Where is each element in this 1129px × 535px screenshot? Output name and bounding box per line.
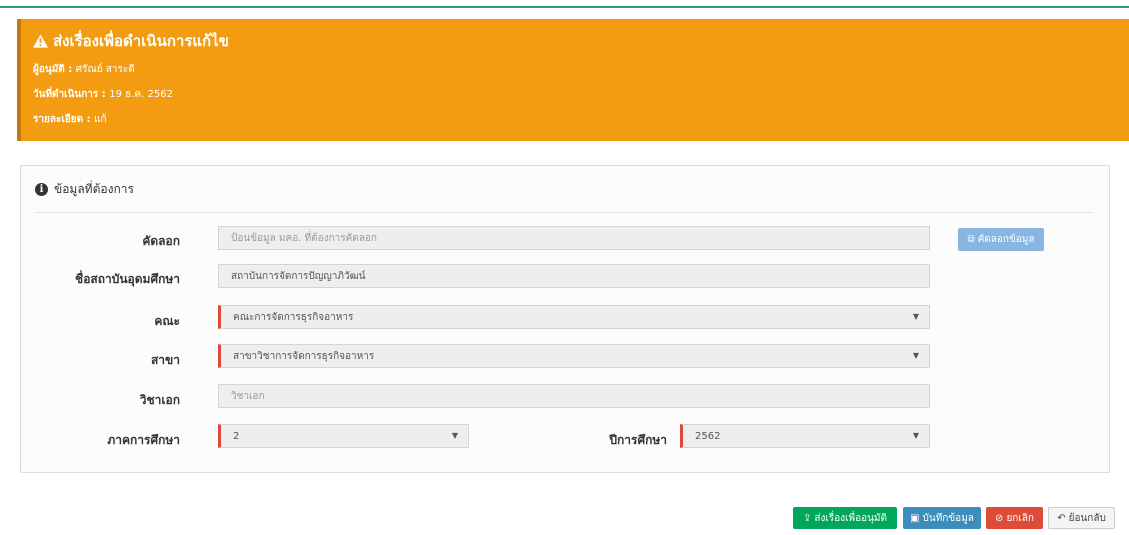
alert-approver-label: ผู้อนุมัติ : (33, 64, 73, 75)
chevron-down-icon: ▼ (912, 312, 919, 321)
alert-detail: รายละเอียด : แก้ (33, 112, 1129, 126)
major-input[interactable]: วิชาเอก (218, 384, 930, 408)
back-button[interactable]: ↶ ย้อนกลับ (1048, 507, 1115, 529)
back-button-label: ย้อนกลับ (1068, 512, 1106, 524)
send-button-label: ส่งเรื่องเพื่ออนุมัติ (814, 512, 887, 524)
alert-detail-label: รายละเอียด : (33, 114, 91, 125)
semester-label: ภาคการศึกษา (107, 433, 180, 447)
copy-input[interactable]: ป้อนข้อมูล มคอ. ที่ต้องการคัดลอก (218, 226, 930, 250)
faculty-selected-value: คณะการจัดการธุรกิจอาหาร (233, 311, 354, 323)
alert-approver-value: ศรัณย์ สาระดี (75, 64, 135, 75)
copy-data-button[interactable]: ⧉ คัดลอกข้อมูล (958, 228, 1044, 251)
alert-date-label: วันที่ดำเนินการ : (33, 89, 106, 100)
send-for-approval-button[interactable]: ⇪ ส่งเรื่องเพื่ออนุมัติ (793, 507, 897, 529)
reply-arrow-icon: ↶ (1057, 512, 1066, 524)
upload-icon: ⇪ (803, 512, 812, 524)
year-selected-value: 2562 (695, 430, 721, 442)
copy-icon: ⧉ (967, 234, 975, 245)
warning-alert: ส่งเรื่องเพื่อดำเนินการแก้ไข ผู้อนุมัติ … (17, 19, 1129, 141)
save-button[interactable]: ▣ บันทึกข้อมูล (903, 507, 981, 529)
chevron-down-icon: ▼ (912, 351, 919, 360)
alert-detail-value: แก้ (94, 114, 107, 125)
section-header: i ข้อมูลที่ต้องการ (35, 166, 1093, 213)
semester-select[interactable]: 2 ▼ (218, 424, 469, 448)
info-icon: i (35, 182, 48, 196)
warning-icon (33, 34, 48, 48)
alert-date-value: 19 ธ.ค. 2562 (109, 89, 173, 100)
alert-approver: ผู้อนุมัติ : ศรัณย์ สาระดี (33, 62, 1129, 76)
floppy-disk-icon: ▣ (910, 512, 920, 524)
institution-field[interactable]: สถาบันการจัดการปัญญาภิวัฒน์ (218, 264, 930, 288)
branch-label: สาขา (150, 353, 180, 367)
institution-label: ชื่อสถาบันอุดมศึกษา (75, 272, 180, 286)
top-accent-line (0, 6, 1129, 8)
branch-select[interactable]: สาขาวิชาการจัดการธุรกิจอาหาร ▼ (218, 344, 930, 368)
cancel-button[interactable]: ⊘ ยกเลิก (986, 507, 1043, 529)
chevron-down-icon: ▼ (912, 431, 919, 440)
year-select[interactable]: 2562 ▼ (680, 424, 930, 448)
save-button-label: บันทึกข้อมูล (922, 512, 974, 524)
cancel-button-label: ยกเลิก (1006, 512, 1034, 524)
branch-selected-value: สาขาวิชาการจัดการธุรกิจอาหาร (233, 350, 375, 362)
semester-selected-value: 2 (233, 430, 240, 442)
year-label: ปีการศึกษา (609, 433, 667, 447)
ban-icon: ⊘ (995, 512, 1004, 524)
copy-label: คัดลอก (142, 234, 180, 248)
alert-title: ส่งเรื่องเพื่อดำเนินการแก้ไข (53, 32, 229, 50)
chevron-down-icon: ▼ (451, 431, 458, 440)
copy-button-label: คัดลอกข้อมูล (977, 234, 1035, 245)
alert-date: วันที่ดำเนินการ : 19 ธ.ค. 2562 (33, 87, 1129, 101)
faculty-label: คณะ (154, 314, 180, 328)
major-label: วิชาเอก (139, 393, 180, 407)
alert-title-row: ส่งเรื่องเพื่อดำเนินการแก้ไข (33, 31, 1129, 51)
section-title: ข้อมูลที่ต้องการ (54, 181, 134, 196)
faculty-select[interactable]: คณะการจัดการธุรกิจอาหาร ▼ (218, 305, 930, 329)
